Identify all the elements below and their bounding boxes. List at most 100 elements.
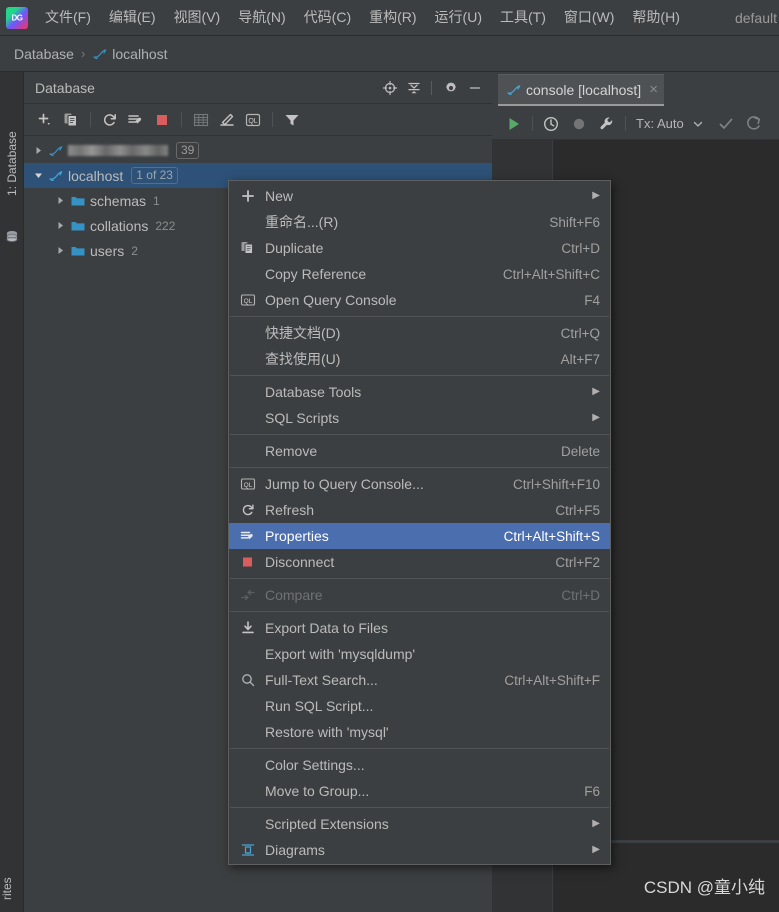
tree-label-collations: collations <box>90 217 149 234</box>
breadcrumb-leaf[interactable]: localhost <box>112 46 167 62</box>
folder-icon <box>68 243 88 259</box>
refresh-icon[interactable] <box>97 108 123 132</box>
console-toolbar: Tx: Auto <box>492 108 779 140</box>
menu-item-export-data-to-files[interactable]: Export Data to Files <box>229 615 610 641</box>
menubar-item-navigate[interactable]: 导航(N) <box>229 5 294 30</box>
tree-label-localhost: localhost <box>68 167 124 184</box>
no-icon <box>237 645 259 663</box>
modify-object-icon[interactable] <box>214 108 240 132</box>
menu-item-label: Scripted Extensions <box>265 816 389 832</box>
chevron-down-icon[interactable] <box>684 112 712 136</box>
refresh-icon <box>237 501 259 519</box>
menu-item-move-to-group[interactable]: Move to Group... F6 <box>229 778 610 804</box>
menu-separator <box>230 316 609 317</box>
menu-item-new[interactable]: New ▶ <box>229 183 610 209</box>
wrench-settings-icon[interactable] <box>593 112 621 136</box>
chevron-right-icon[interactable] <box>52 246 68 255</box>
close-icon[interactable]: × <box>649 82 658 97</box>
no-icon <box>237 383 259 401</box>
menubar-item-run[interactable]: 运行(U) <box>426 5 491 30</box>
menu-item-shortcut: Ctrl+F5 <box>555 502 600 518</box>
menu-item-quick-documentation[interactable]: 快捷文档(D) Ctrl+Q <box>229 320 610 346</box>
menu-item-color-settings[interactable]: Color Settings... <box>229 752 610 778</box>
menubar-item-code[interactable]: 代码(C) <box>295 5 360 30</box>
no-icon <box>237 324 259 342</box>
breadcrumb-root[interactable]: Database <box>14 46 74 62</box>
chevron-right-icon[interactable] <box>52 221 68 230</box>
tx-mode-selector[interactable]: Tx: Auto <box>636 116 684 131</box>
breadcrumb: Database › localhost <box>0 36 779 72</box>
database-stack-icon[interactable] <box>4 229 20 245</box>
menubar-item-help[interactable]: 帮助(H) <box>623 5 688 30</box>
menubar-item-refactor[interactable]: 重构(R) <box>360 5 425 30</box>
menu-item-shortcut: F4 <box>584 292 600 308</box>
menu-item-full-text-search[interactable]: Full-Text Search... Ctrl+Alt+Shift+F <box>229 667 610 693</box>
datagrip-logo-icon <box>6 6 28 29</box>
menubar-item-file[interactable]: 文件(F) <box>36 5 100 30</box>
menu-item-remove[interactable]: Remove Delete <box>229 438 610 464</box>
collapse-all-icon[interactable] <box>403 77 425 99</box>
menu-item-rename[interactable]: 重命名...(R) Shift+F6 <box>229 209 610 235</box>
stop-disconnect-icon[interactable] <box>149 108 175 132</box>
menu-item-properties[interactable]: Properties Ctrl+Alt+Shift+S <box>229 523 610 549</box>
menu-item-open-query-console[interactable]: QL Open Query Console F4 <box>229 287 610 313</box>
menu-separator <box>230 434 609 435</box>
compare-icon <box>237 586 259 604</box>
tool-window-button-favorites[interactable]: rites <box>0 866 24 912</box>
rollback-icon <box>740 112 768 136</box>
add-datasource-icon[interactable] <box>32 108 58 132</box>
menu-item-label: Database Tools <box>265 384 362 400</box>
no-icon <box>237 442 259 460</box>
query-console-icon[interactable]: QL <box>240 108 266 132</box>
menu-item-label: Copy Reference <box>265 266 367 282</box>
menubar-item-window[interactable]: 窗口(W) <box>555 5 624 30</box>
tree-count-collations: 222 <box>155 218 176 233</box>
menu-item-refresh[interactable]: Refresh Ctrl+F5 <box>229 497 610 523</box>
menu-item-jump-to-query-console[interactable]: QL Jump to Query Console... Ctrl+Shift+F… <box>229 471 610 497</box>
settings-gear-icon[interactable] <box>440 77 462 99</box>
menubar-item-tools[interactable]: 工具(T) <box>491 5 555 30</box>
properties-icon[interactable] <box>123 108 149 132</box>
tab-console-localhost[interactable]: console [localhost] × <box>498 74 664 106</box>
menubar-item-view[interactable]: 视图(V) <box>165 5 230 30</box>
menu-item-sql-scripts[interactable]: SQL Scripts ▶ <box>229 405 610 431</box>
menu-item-shortcut: Ctrl+D <box>561 240 600 256</box>
properties-icon <box>237 527 259 545</box>
menu-separator <box>230 578 609 579</box>
execute-run-icon[interactable] <box>500 112 528 136</box>
context-menu[interactable]: New ▶ 重命名...(R) Shift+F6 Duplicate Ctrl+… <box>228 180 611 865</box>
tool-window-button-database[interactable]: 1: Database <box>0 80 24 200</box>
menu-item-run-sql-script[interactable]: Run SQL Script... <box>229 693 610 719</box>
menu-item-find-usages[interactable]: 查找使用(U) Alt+F7 <box>229 346 610 372</box>
menu-item-label: Color Settings... <box>265 757 365 773</box>
menu-separator <box>230 467 609 468</box>
run-configuration-selector[interactable]: default <box>735 10 779 26</box>
hide-panel-icon[interactable] <box>464 77 486 99</box>
submenu-arrow-icon: ▶ <box>592 386 600 397</box>
menu-item-diagrams[interactable]: Diagrams ▶ <box>229 837 610 863</box>
history-clock-icon[interactable] <box>537 112 565 136</box>
menu-item-disconnect[interactable]: Disconnect Ctrl+F2 <box>229 549 610 575</box>
menu-item-duplicate[interactable]: Duplicate Ctrl+D <box>229 235 610 261</box>
no-icon <box>237 350 259 368</box>
no-icon <box>237 213 259 231</box>
chevron-down-icon[interactable] <box>30 171 46 180</box>
menubar-item-edit[interactable]: 编辑(E) <box>100 5 165 30</box>
menu-item-database-tools[interactable]: Database Tools ▶ <box>229 379 610 405</box>
record-dot-icon[interactable] <box>565 112 593 136</box>
menu-item-copy-reference[interactable]: Copy Reference Ctrl+Alt+Shift+C <box>229 261 610 287</box>
menu-item-scripted-extensions[interactable]: Scripted Extensions ▶ <box>229 811 610 837</box>
no-icon <box>237 409 259 427</box>
filter-icon[interactable] <box>279 108 305 132</box>
chevron-right-icon[interactable] <box>30 146 46 155</box>
submenu-arrow-icon: ▶ <box>592 190 600 201</box>
menu-item-shortcut: Ctrl+Alt+Shift+C <box>502 266 600 282</box>
tree-row-datasource-blurred[interactable]: 39 <box>24 138 492 163</box>
locate-in-tree-icon[interactable] <box>379 77 401 99</box>
submenu-arrow-icon: ▶ <box>592 844 600 855</box>
duplicate-icon[interactable] <box>58 108 84 132</box>
menu-item-label: 快捷文档(D) <box>265 325 341 341</box>
menu-item-export-with-mysqldump[interactable]: Export with 'mysqldump' <box>229 641 610 667</box>
menu-item-restore-with-mysql[interactable]: Restore with 'mysql' <box>229 719 610 745</box>
chevron-right-icon[interactable] <box>52 196 68 205</box>
